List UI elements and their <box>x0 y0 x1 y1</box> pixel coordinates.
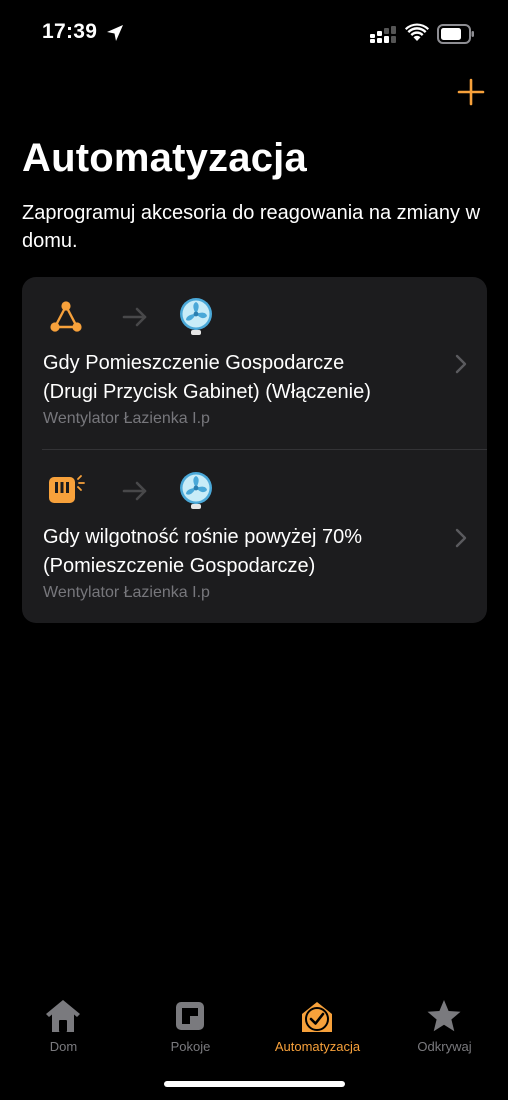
accessory-trigger-icon <box>50 301 82 332</box>
tab-label: Automatyzacja <box>274 1039 361 1054</box>
wifi-icon <box>405 23 429 41</box>
humidity-sensor-icon <box>49 475 85 503</box>
chevron-right-icon <box>455 528 467 548</box>
house-icon <box>46 1000 80 1032</box>
automation-title-line: Gdy wilgotność rośnie powyżej 70% <box>43 526 363 548</box>
automation-title: Gdy Pomieszczenie Gospodarcze (Drugi Prz… <box>43 349 443 407</box>
chevron-right-icon <box>455 354 467 374</box>
tab-label: Dom <box>49 1039 78 1054</box>
automation-row[interactable]: Gdy wilgotność rośnie powyżej 70% (Pomie… <box>22 450 487 623</box>
location-arrow-icon <box>107 25 123 41</box>
tab-dom[interactable]: Dom <box>0 990 127 1070</box>
cellular-signal-icon <box>370 26 396 43</box>
tab-pokoje[interactable]: Pokoje <box>127 990 254 1070</box>
automation-title-line: (Drugi Przycisk Gabinet) (Włączenie) <box>43 381 371 403</box>
automations-list: Gdy Pomieszczenie Gospodarcze (Drugi Prz… <box>22 277 487 623</box>
arrow-right-icon <box>122 481 147 501</box>
status-bar: 17:39 <box>0 0 508 68</box>
page-title: Automatyzacja <box>22 136 307 180</box>
status-time: 17:39 <box>42 20 98 43</box>
fan-icon <box>180 298 212 335</box>
arrow-right-icon <box>122 307 147 327</box>
automation-title-line: (Pomieszczenie Gospodarcze) <box>43 555 316 577</box>
automation-subtitle: Wentylator Łazienka I.p <box>43 584 210 601</box>
clock-house-icon <box>302 1002 332 1032</box>
page-subtitle: Zaprogramuj akcesoria do reagowania na z… <box>22 202 481 252</box>
automation-title-line: Gdy Pomieszczenie Gospodarcze <box>43 352 345 374</box>
battery-icon <box>437 24 474 44</box>
home-indicator[interactable] <box>164 1081 345 1087</box>
automation-title: Gdy wilgotność rośnie powyżej 70% (Pomie… <box>43 523 443 581</box>
automation-subtitle: Wentylator Łazienka I.p <box>43 410 210 427</box>
tab-odkrywaj[interactable]: Odkrywaj <box>381 990 508 1070</box>
rooms-icon <box>176 1002 204 1030</box>
star-icon <box>427 1000 461 1032</box>
add-automation-button[interactable] <box>455 76 487 108</box>
tab-automatyzacja[interactable]: Automatyzacja <box>254 990 381 1070</box>
tab-label: Pokoje <box>170 1039 211 1054</box>
automation-row[interactable]: Gdy Pomieszczenie Gospodarcze (Drugi Prz… <box>22 277 487 450</box>
fan-icon <box>180 472 212 509</box>
tab-label: Odkrywaj <box>417 1039 472 1054</box>
